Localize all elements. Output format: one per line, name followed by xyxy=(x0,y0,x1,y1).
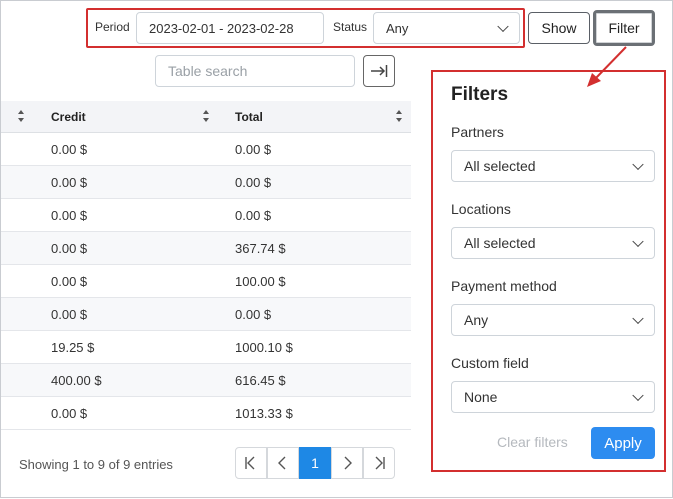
page-1-button[interactable]: 1 xyxy=(299,447,331,479)
filter-button[interactable]: Filter xyxy=(593,10,655,46)
locations-label: Locations xyxy=(451,201,511,217)
locations-select[interactable]: All selected xyxy=(451,227,655,259)
credit-cell: 0.00 $ xyxy=(51,307,88,322)
period-value: 2023-02-01 - 2023-02-28 xyxy=(149,20,294,36)
previous-page-button[interactable] xyxy=(267,447,299,479)
table-header: Credit Total xyxy=(1,101,411,133)
credit-cell: 400.00 $ xyxy=(51,373,102,388)
entries-summary: Showing 1 to 9 of 9 entries xyxy=(19,457,173,472)
total-cell: 100.00 $ xyxy=(235,274,286,289)
sort-icon[interactable] xyxy=(396,110,403,122)
status-select[interactable]: Any xyxy=(373,12,520,44)
apply-button[interactable]: Apply xyxy=(591,427,655,459)
custom-field-label: Custom field xyxy=(451,355,529,371)
column-header-total[interactable]: Total xyxy=(235,110,263,124)
table-row: 0.00 $ 0.00 $ xyxy=(1,166,411,199)
first-page-icon xyxy=(245,456,255,470)
last-page-button[interactable] xyxy=(363,447,395,479)
custom-field-select[interactable]: None xyxy=(451,381,655,413)
table-row: 0.00 $ 367.74 $ xyxy=(1,232,411,265)
table-row: 400.00 $ 616.45 $ xyxy=(1,364,411,397)
table-row: 0.00 $ 100.00 $ xyxy=(1,265,411,298)
payment-method-select[interactable]: Any xyxy=(451,304,655,336)
column-header-credit[interactable]: Credit xyxy=(51,110,86,124)
credit-cell: 0.00 $ xyxy=(51,406,88,421)
total-cell: 1000.10 $ xyxy=(235,340,293,355)
app-frame: Period 2023-02-01 - 2023-02-28 Status An… xyxy=(0,0,673,498)
table-search-input[interactable]: Table search xyxy=(155,55,355,87)
chevron-down-icon xyxy=(632,158,644,171)
total-cell: 0.00 $ xyxy=(235,175,272,190)
table-row: 0.00 $ 0.00 $ xyxy=(1,133,411,166)
arrow-to-right-icon xyxy=(371,65,388,77)
period-input[interactable]: 2023-02-01 - 2023-02-28 xyxy=(136,12,324,44)
credit-cell: 19.25 $ xyxy=(51,340,95,355)
sort-icon[interactable] xyxy=(18,110,25,122)
credit-cell: 0.00 $ xyxy=(51,241,88,256)
locations-value: All selected xyxy=(464,235,536,251)
table-row: 0.00 $ 0.00 $ xyxy=(1,298,411,331)
credit-cell: 0.00 $ xyxy=(51,208,88,223)
payment-method-label: Payment method xyxy=(451,278,557,294)
partners-label: Partners xyxy=(451,124,504,140)
payment-method-value: Any xyxy=(464,312,489,328)
table-row: 19.25 $ 1000.10 $ xyxy=(1,331,411,364)
chevron-down-icon xyxy=(632,235,644,248)
export-button[interactable] xyxy=(363,55,395,87)
filters-title: Filters xyxy=(451,84,509,105)
status-label: Status xyxy=(333,20,368,34)
total-cell: 0.00 $ xyxy=(235,307,272,322)
total-cell: 0.00 $ xyxy=(235,142,272,157)
status-value: Any xyxy=(386,20,409,36)
table-row: 0.00 $ 1013.33 $ xyxy=(1,397,411,430)
credit-cell: 0.00 $ xyxy=(51,274,88,289)
first-page-button[interactable] xyxy=(235,447,267,479)
chevron-down-icon xyxy=(632,312,644,325)
clear-filters-button[interactable]: Clear filters xyxy=(497,434,568,450)
custom-field-value: None xyxy=(464,389,498,405)
total-cell: 1013.33 $ xyxy=(235,406,293,421)
period-label: Period xyxy=(95,20,130,34)
table-search-placeholder: Table search xyxy=(168,63,248,79)
sort-icon[interactable] xyxy=(203,110,210,122)
total-cell: 367.74 $ xyxy=(235,241,286,256)
filters-panel: Filters Partners All selected Locations … xyxy=(431,70,666,472)
last-page-icon xyxy=(375,456,385,470)
show-button[interactable]: Show xyxy=(528,12,590,44)
chevron-right-icon xyxy=(344,456,352,470)
partners-value: All selected xyxy=(464,158,536,174)
total-cell: 616.45 $ xyxy=(235,373,286,388)
table-row: 0.00 $ 0.00 $ xyxy=(1,199,411,232)
partners-select[interactable]: All selected xyxy=(451,150,655,182)
chevron-down-icon xyxy=(497,20,509,33)
credit-cell: 0.00 $ xyxy=(51,175,88,190)
total-cell: 0.00 $ xyxy=(235,208,272,223)
chevron-down-icon xyxy=(632,389,644,402)
chevron-left-icon xyxy=(278,456,286,470)
credit-cell: 0.00 $ xyxy=(51,142,88,157)
next-page-button[interactable] xyxy=(331,447,363,479)
